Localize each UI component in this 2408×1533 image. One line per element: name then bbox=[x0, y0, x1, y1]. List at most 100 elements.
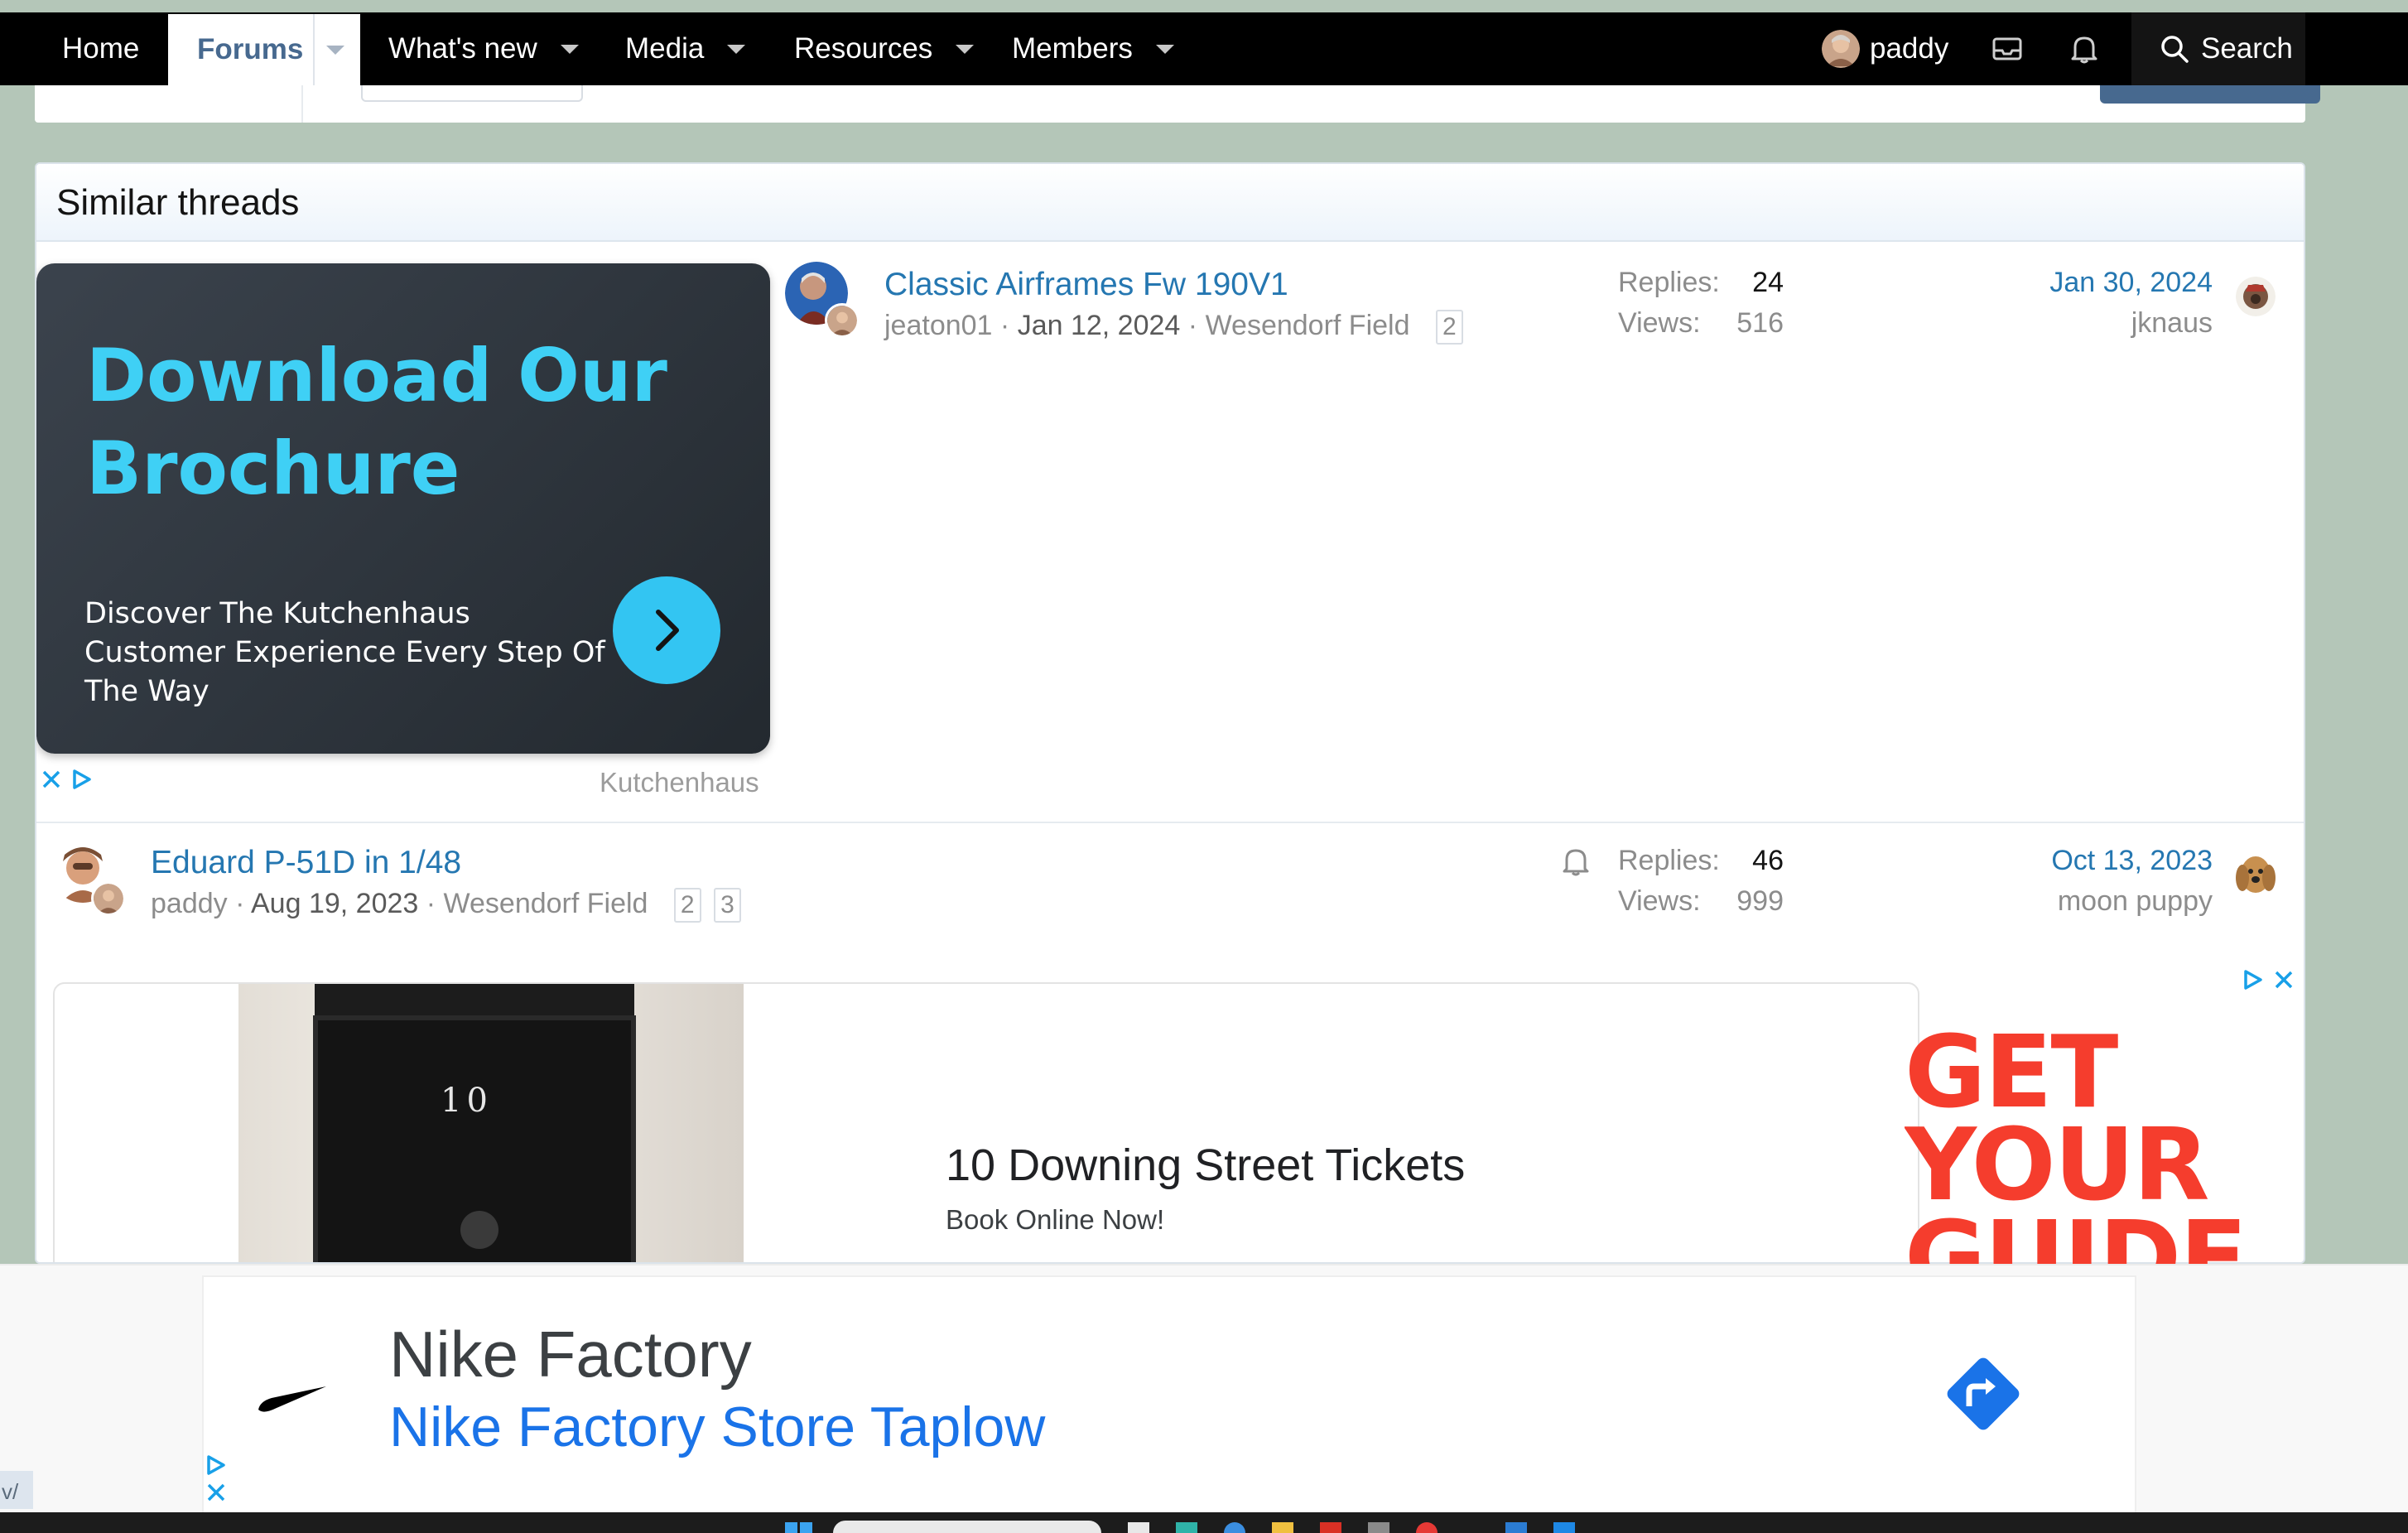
similar-threads-header: Similar threads bbox=[36, 164, 2304, 242]
brochure-ad-headline: Download Our Brochure bbox=[86, 333, 667, 511]
thread-forum-link[interactable]: Wesendorf Field bbox=[1206, 310, 1410, 341]
brochure-ad[interactable]: Download Our Brochure Discover The Kutch… bbox=[36, 263, 770, 754]
bottom-sticky-ad-bar: Nike Factory Nike Factory Store Taplow bbox=[0, 1264, 2408, 1514]
meta-separator: · bbox=[235, 888, 251, 919]
thread-author-link[interactable]: paddy bbox=[151, 888, 228, 919]
alerts-button[interactable] bbox=[2070, 12, 2098, 85]
whats-new-dropdown-icon[interactable] bbox=[560, 44, 579, 54]
nav-media[interactable]: Media bbox=[625, 12, 746, 85]
thread-page-link[interactable]: 2 bbox=[1435, 310, 1463, 345]
meta-separator: · bbox=[1187, 310, 1206, 341]
user-name: paddy bbox=[1870, 32, 1949, 65]
nav-resources[interactable]: Resources bbox=[794, 12, 975, 85]
getyourguide-ad[interactable]: GET YOUR GUIDE bbox=[1905, 1027, 2269, 1264]
nav-resources-label: Resources bbox=[794, 32, 933, 65]
brochure-ad-go-button[interactable] bbox=[613, 576, 720, 684]
last-poster-avatar[interactable] bbox=[2236, 277, 2276, 316]
taskbar-app-icon[interactable] bbox=[1176, 1522, 1197, 1533]
watched-bell-icon bbox=[1563, 849, 1589, 876]
gyg-ad-choices[interactable] bbox=[2242, 969, 2294, 991]
row-separator bbox=[36, 822, 2304, 823]
ad-door-knocker bbox=[460, 1211, 498, 1249]
user-menu[interactable]: paddy bbox=[1822, 12, 1948, 85]
views-count: 999 bbox=[1736, 885, 1784, 917]
taskbar-search-box[interactable] bbox=[833, 1521, 1101, 1533]
taskbar-app-icon[interactable] bbox=[1128, 1522, 1149, 1533]
downing-street-ad[interactable]: 10 10 Downing Street Tickets Book Online… bbox=[53, 982, 1919, 1262]
thread-page-link[interactable]: 3 bbox=[714, 888, 741, 923]
media-dropdown-icon[interactable] bbox=[727, 44, 746, 54]
resources-dropdown-icon[interactable] bbox=[956, 44, 975, 54]
nav-whats-new[interactable]: What's new bbox=[388, 12, 579, 85]
views-count: 516 bbox=[1736, 307, 1784, 339]
meta-separator: · bbox=[999, 310, 1018, 341]
search-label: Search bbox=[2201, 32, 2293, 65]
nike-ad-subtitle[interactable]: Nike Factory Store Taplow bbox=[389, 1395, 1045, 1459]
meta-separator: · bbox=[426, 888, 444, 919]
adchoices-icon[interactable] bbox=[2242, 969, 2264, 991]
ad-close-icon[interactable] bbox=[2274, 970, 2294, 990]
nav-members[interactable]: Members bbox=[1012, 12, 1174, 85]
ad-close-icon[interactable] bbox=[41, 769, 61, 789]
inbox-button[interactable] bbox=[1992, 12, 2022, 85]
thread-page-link[interactable]: 2 bbox=[673, 888, 701, 923]
nav-forums[interactable]: Forums bbox=[168, 14, 360, 85]
thread-forum-link[interactable]: Wesendorf Field bbox=[444, 888, 648, 919]
forums-dropdown-icon[interactable] bbox=[326, 45, 345, 55]
user-avatar bbox=[1822, 30, 1860, 68]
nav-whats-new-label: What's new bbox=[388, 32, 537, 65]
downing-ad-title[interactable]: 10 Downing Street Tickets bbox=[946, 1140, 1465, 1191]
thread-meta: paddy · Aug 19, 2023 · Wesendorf Field 2… bbox=[151, 888, 741, 923]
nike-ad[interactable]: Nike Factory Nike Factory Store Taplow bbox=[202, 1275, 2136, 1514]
thread-date[interactable]: Aug 19, 2023 bbox=[251, 888, 418, 919]
top-navigation-bar: Home Forums What's new Media Resources M… bbox=[0, 12, 2408, 85]
brochure-ad-choices[interactable] bbox=[41, 769, 93, 790]
nav-forums-divider bbox=[313, 14, 315, 85]
taskbar-app-icon[interactable] bbox=[1553, 1522, 1575, 1533]
search-button[interactable]: Search bbox=[2131, 12, 2305, 85]
nike-swoosh-icon bbox=[258, 1386, 326, 1412]
thread-date[interactable]: Jan 12, 2024 bbox=[1018, 310, 1181, 341]
adchoices-icon[interactable] bbox=[205, 1454, 227, 1476]
reply-form-divider bbox=[301, 85, 303, 123]
members-dropdown-icon[interactable] bbox=[1155, 44, 1174, 54]
thread-title-link[interactable]: Eduard P-51D in 1/48 bbox=[151, 845, 461, 881]
adchoices-icon[interactable] bbox=[71, 769, 93, 790]
windows-start-icon[interactable] bbox=[785, 1522, 813, 1533]
reply-form-input[interactable] bbox=[361, 85, 583, 102]
reply-form-button[interactable] bbox=[2100, 85, 2320, 104]
reply-form-remnant bbox=[35, 85, 2320, 123]
last-poster-avatar[interactable] bbox=[2232, 851, 2279, 898]
directions-icon[interactable] bbox=[1938, 1348, 2029, 1439]
ad-close-icon[interactable] bbox=[206, 1482, 226, 1502]
replies-count: 46 bbox=[1752, 845, 1784, 876]
envelope-icon bbox=[1992, 37, 2022, 60]
nike-ad-choices[interactable] bbox=[205, 1454, 227, 1502]
taskbar-app-icon[interactable] bbox=[1272, 1522, 1293, 1533]
nike-ad-title[interactable]: Nike Factory bbox=[389, 1317, 752, 1392]
downing-ad-subtitle[interactable]: Book Online Now! bbox=[946, 1204, 1164, 1236]
brochure-ad-body: Discover The Kutchenhaus Customer Experi… bbox=[84, 597, 605, 708]
thread-title-link[interactable]: Classic Airframes Fw 190V1 bbox=[884, 267, 1288, 303]
taskbar-app-icon[interactable] bbox=[1505, 1522, 1527, 1533]
last-poster-name[interactable]: moon puppy bbox=[1964, 885, 2213, 918]
taskbar-app-icon[interactable] bbox=[1320, 1522, 1341, 1533]
brochure-ad-sponsor[interactable]: Kutchenhaus bbox=[600, 767, 759, 798]
last-post-date[interactable]: Oct 13, 2023 bbox=[1964, 845, 2213, 877]
last-poster-mini-avatar bbox=[825, 303, 860, 338]
chevron-right-icon bbox=[656, 610, 679, 651]
nav-forums-label: Forums bbox=[197, 33, 304, 65]
taskbar-app-icon[interactable] bbox=[1368, 1522, 1389, 1533]
thread-author-link[interactable]: jeaton01 bbox=[884, 310, 992, 341]
nav-home[interactable]: Home bbox=[36, 12, 165, 85]
nav-members-label: Members bbox=[1012, 32, 1133, 65]
os-taskbar bbox=[0, 1512, 2408, 1533]
search-icon bbox=[2161, 36, 2189, 63]
thread-meta: jeaton01 · Jan 12, 2024 · Wesendorf Fiel… bbox=[884, 310, 1463, 345]
getyourguide-ad-text: GET YOUR GUIDE bbox=[1905, 1027, 2247, 1264]
nav-media-label: Media bbox=[625, 32, 705, 65]
last-poster-name[interactable]: jknaus bbox=[1964, 307, 2213, 340]
last-post-date[interactable]: Jan 30, 2024 bbox=[1964, 267, 2213, 299]
bell-icon bbox=[2071, 36, 2097, 64]
similar-threads-title: Similar threads bbox=[56, 182, 300, 223]
